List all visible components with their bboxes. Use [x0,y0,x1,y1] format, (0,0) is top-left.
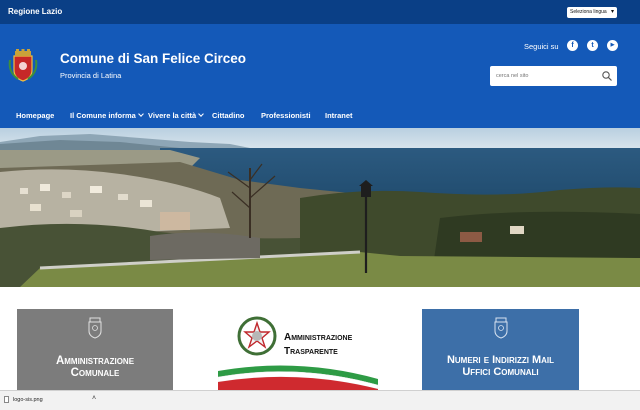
language-select-label: Seleziona lingua [570,9,607,15]
tricolor-ribbon [218,365,378,391]
tile-label-line1: Numeri e Indirizzi Mail [446,354,555,366]
tile-label-line1: Amministrazione [55,355,135,367]
twitter-icon[interactable]: t [587,40,598,51]
nav-intranet-label: Intranet [325,111,353,120]
nav-intranet[interactable]: Intranet [325,111,353,120]
search-icon[interactable] [601,70,613,82]
nav-cittadino[interactable]: Cittadino [212,111,245,120]
main-nav: Homepage Il Comune informa Vivere la cit… [0,106,640,128]
chevron-down-icon: ▾ [610,9,614,15]
nav-cittadino-label: Cittadino [212,111,245,120]
download-file-name: logo-sis.png [13,397,43,403]
youtube-icon[interactable]: ▶ [607,40,618,51]
chevron-down-icon [138,111,144,117]
tile-label-line2: Trasparente [284,346,338,357]
quick-links: Amministrazione Comunale Amministrazione… [0,287,640,391]
site-title[interactable]: Comune di San Felice Circeo [60,51,246,66]
facebook-icon[interactable]: f [567,40,578,51]
tile-label: Numeri e Indirizzi Mail Uffici Comunali [422,354,579,378]
amministrazione-trasparente-tile[interactable]: Amministrazione Trasparente [216,309,378,391]
nav-homepage-label: Homepage [16,111,55,120]
site-header: Comune di San Felice Circeo Provincia di… [0,24,640,128]
nav-vivere-la-citta-label: Vivere la città [148,111,197,120]
hero-image [0,128,640,287]
nav-vivere-la-citta[interactable]: Vivere la città [148,111,205,120]
amministrazione-comunale-tile[interactable]: Amministrazione Comunale [17,309,173,390]
crest-icon [494,317,508,339]
nav-il-comune-informa-label: Il Comune informa [70,111,136,120]
italian-emblem-icon [237,316,277,356]
chevron-up-icon[interactable]: ˄ [92,395,96,402]
nav-il-comune-informa[interactable]: Il Comune informa [70,111,144,120]
crest-icon [88,317,102,339]
tile-label-line1: Amministrazione [284,332,353,343]
language-select[interactable]: Seleziona lingua ▾ [567,7,617,18]
landscape-illustration [0,128,640,287]
chevron-down-icon [198,111,205,117]
region-link[interactable]: Regione Lazio [8,7,62,16]
nav-professionisti[interactable]: Professionisti [261,111,311,120]
download-bar: logo-sis.png ˄ [0,390,640,410]
file-icon [4,396,9,403]
site-subtitle: Provincia di Latina [60,71,122,80]
follow-label: Seguici su [524,42,559,51]
crest-icon[interactable] [8,48,38,82]
search-input[interactable] [496,71,596,81]
nav-professionisti-label: Professionisti [261,111,311,120]
tile-label-line2: Comunale [70,367,120,380]
download-item[interactable]: logo-sis.png ˄ [4,393,104,409]
search-box [490,66,617,86]
top-bar: Regione Lazio Seleziona lingua ▾ [0,0,640,24]
nav-homepage[interactable]: Homepage [16,111,54,120]
tile-label-line2: Uffici Comunali [462,365,539,378]
tile-label: Amministrazione Comunale [17,355,173,379]
numeri-indirizzi-tile[interactable]: Numeri e Indirizzi Mail Uffici Comunali [422,309,579,390]
